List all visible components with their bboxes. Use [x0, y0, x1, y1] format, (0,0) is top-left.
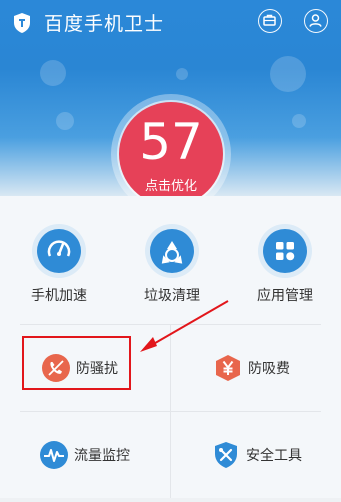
tools-shield-icon: [212, 441, 240, 469]
tool-phone-speedup[interactable]: 手机加速: [4, 229, 114, 305]
background-bubble: [56, 112, 74, 130]
divider: [170, 324, 171, 498]
feature-label: 防吸费: [248, 361, 290, 377]
yen-shield-icon: [214, 354, 242, 382]
pulse-icon: [40, 441, 68, 469]
tool-label: 垃圾清理: [144, 288, 200, 304]
background-bubble: [270, 56, 306, 92]
tool-label: 手机加速: [31, 288, 87, 304]
background-bubble: [292, 114, 306, 128]
speedometer-icon: [37, 229, 81, 273]
feature-security-tools[interactable]: 安全工具: [212, 435, 302, 475]
bottom-edge: [0, 498, 341, 502]
shield-logo-icon: [12, 12, 32, 34]
annotation-highlight-box: [22, 336, 131, 390]
toolbox-icon[interactable]: [258, 9, 282, 33]
recycle-icon: [150, 229, 194, 273]
tool-label: 应用管理: [257, 288, 313, 304]
app-grid-icon: [263, 229, 307, 273]
feature-traffic-monitor[interactable]: 流量监控: [40, 435, 130, 475]
user-profile-icon[interactable]: [304, 9, 328, 33]
tool-app-management[interactable]: 应用管理: [230, 229, 340, 305]
tool-junk-cleanup[interactable]: 垃圾清理: [117, 229, 227, 305]
feature-label: 安全工具: [246, 448, 302, 464]
feature-label: 流量监控: [74, 448, 130, 464]
app-title: 百度手机卫士: [44, 13, 165, 35]
optimize-label[interactable]: 点击优化: [119, 175, 223, 194]
background-bubble: [40, 60, 66, 86]
security-score[interactable]: 57: [119, 112, 223, 172]
feature-anti-fee[interactable]: 防吸费: [214, 348, 290, 388]
background-bubble: [176, 68, 188, 80]
